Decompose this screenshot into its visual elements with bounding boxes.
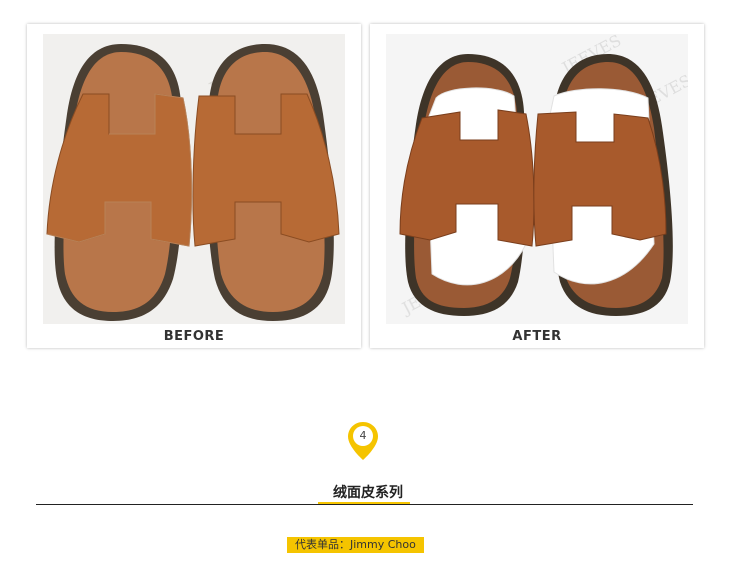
after-label: AFTER xyxy=(512,329,562,344)
right-sandal xyxy=(192,44,340,321)
left-sandal xyxy=(46,44,192,321)
before-sandals-photo: JEEVES JEEVES xyxy=(43,34,345,324)
after-card: JEEVES JEEVES JEEVES AFTER xyxy=(370,24,704,348)
representative-item-tag: 代表单品：Jimmy Choo xyxy=(287,537,424,553)
map-pin-icon: 4 xyxy=(346,420,380,464)
before-card: JEEVES JEEVES BEFORE xyxy=(27,24,361,348)
before-label: BEFORE xyxy=(163,329,225,344)
after-sandals-image: JEEVES JEEVES JEEVES xyxy=(397,34,688,318)
left-sandal xyxy=(399,54,535,316)
before-sandals-image: JEEVES JEEVES xyxy=(46,44,340,321)
right-sandal xyxy=(533,54,673,316)
section-title: 绒面皮系列 xyxy=(333,485,403,501)
divider-line xyxy=(36,504,693,505)
section-number: 4 xyxy=(359,429,367,442)
after-sandals-photo: JEEVES JEEVES JEEVES xyxy=(386,34,688,324)
